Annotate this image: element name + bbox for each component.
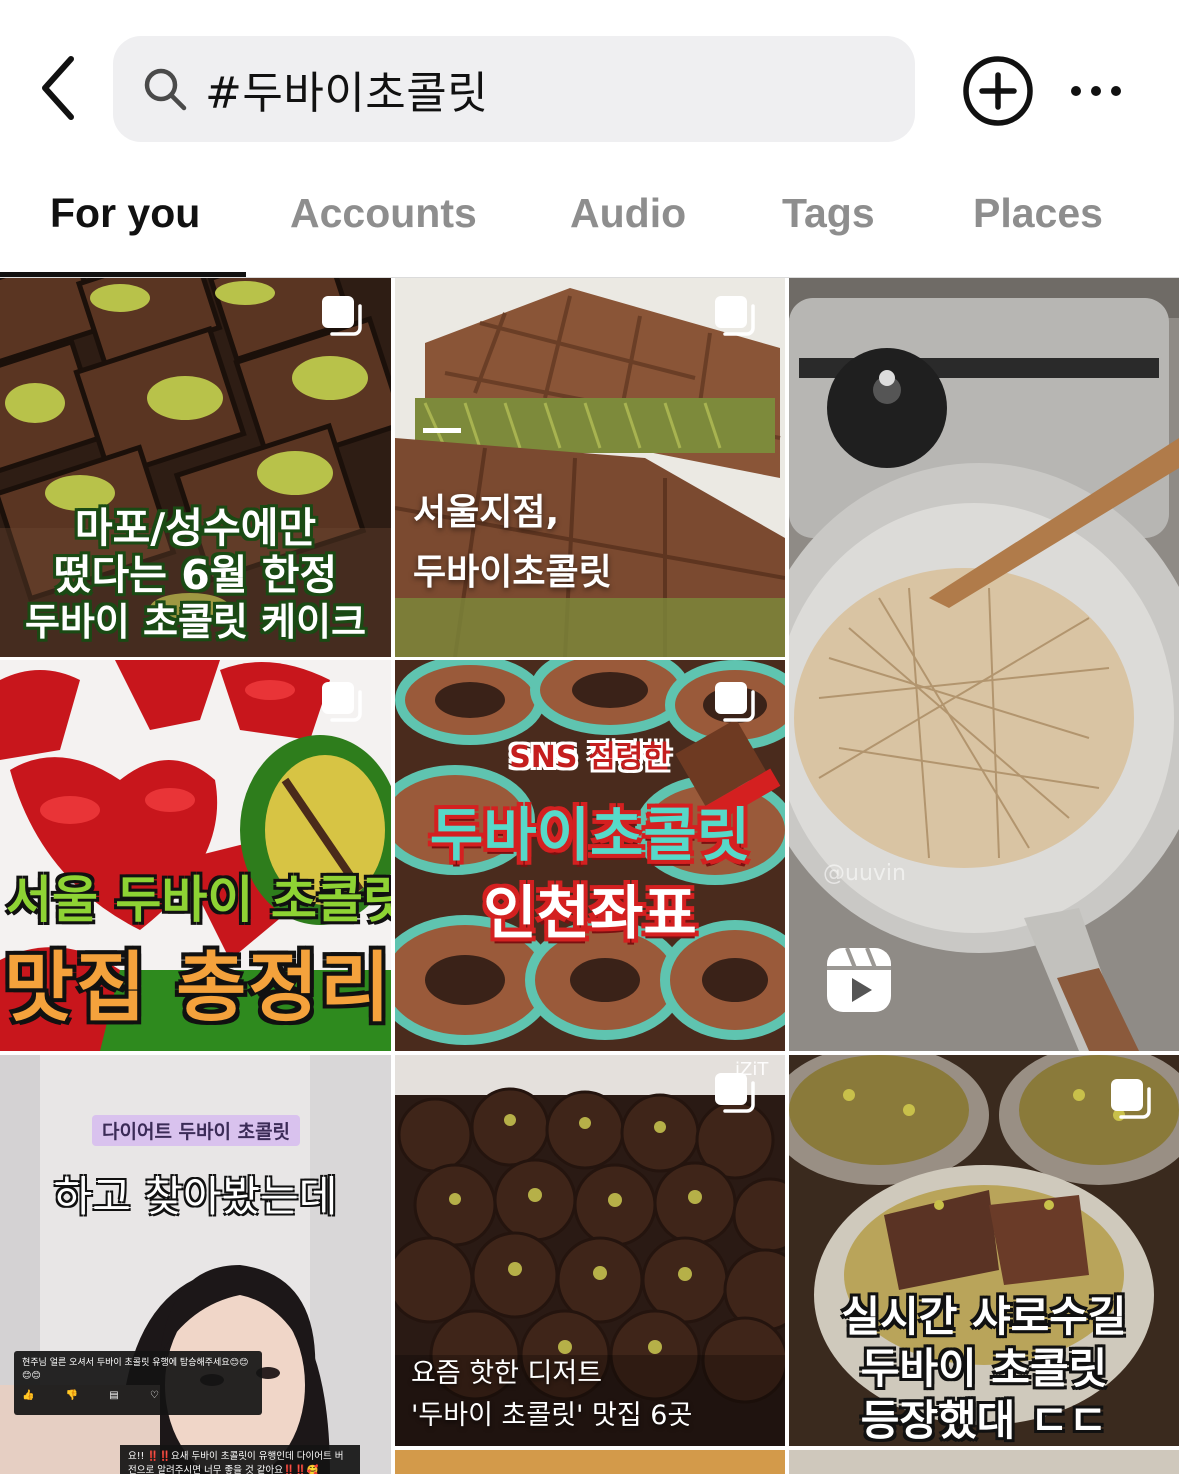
- search-tabs: For you Accounts Audio Tags Places: [0, 170, 1179, 278]
- comment-text: 요!! ‼️‼️요새 두바이 초콜릿이 유행인데 다이어트 버전으로 알려주시면…: [128, 1451, 344, 1474]
- post-tile[interactable]: [789, 1450, 1179, 1474]
- more-options-button[interactable]: [1058, 53, 1134, 129]
- post-caption-line: 인천좌표: [483, 879, 697, 947]
- reel-icon: [827, 947, 891, 1012]
- post-caption-line: 서울지점,: [413, 492, 560, 533]
- post-caption-line: 요즘 핫한 디저트: [411, 1358, 603, 1389]
- search-query: #두바이초콜릿: [205, 68, 489, 119]
- tab-audio[interactable]: Audio: [570, 190, 686, 237]
- chevron-left-icon: [42, 56, 74, 120]
- comment-actions: 👍 👎 ▤ ♡: [22, 1390, 173, 1401]
- carousel-icon: [322, 682, 362, 722]
- tab-accounts[interactable]: Accounts: [290, 190, 477, 237]
- post-tile[interactable]: @uuvin: [789, 278, 1179, 1051]
- active-tab-indicator: [0, 272, 246, 277]
- post-caption-line: 두바이 초콜릿: [860, 1344, 1108, 1393]
- search-input[interactable]: #두바이초콜릿: [113, 36, 915, 142]
- post-tile[interactable]: 실시간 샤로수길 두바이 초콜릿 등장했대 ㄷㄷ: [789, 1055, 1179, 1446]
- comment-overlay: 요!! ‼️‼️요새 두바이 초콜릿이 유행인데 다이어트 버전으로 알려주시면…: [120, 1445, 360, 1474]
- post-caption-line: 맛집 총정리: [4, 943, 391, 1032]
- results-grid: 마포/성수에만 떴다는 6월 한정 두바이 초콜릿 케이크 서울지점, 두바이초…: [0, 278, 1179, 1474]
- tab-places[interactable]: Places: [973, 190, 1103, 237]
- carousel-icon: [715, 296, 755, 336]
- post-tile[interactable]: [395, 1450, 785, 1474]
- post-caption-line: 실시간 샤로수길: [841, 1292, 1127, 1341]
- carousel-icon: [1111, 1079, 1151, 1119]
- post-tile[interactable]: iZiT 요즘 핫한 디저트 '두바이 초콜릿' 맛집 6곳: [395, 1055, 785, 1446]
- comment-overlay: 현주님 얼른 오셔서 두바이 초콜릿 유행에 탑승해주세요😊😊😊😊 👍 👎 ▤ …: [14, 1351, 262, 1415]
- post-tag-label: 다이어트 두바이 초콜릿: [92, 1115, 301, 1146]
- tab-tags[interactable]: Tags: [782, 190, 875, 237]
- post-caption-line: 두바이 초콜릿 케이크: [24, 600, 367, 644]
- post-caption-line: '두바이 초콜릿' 맛집 6곳: [411, 1400, 693, 1431]
- back-button[interactable]: [20, 48, 100, 128]
- more-horizontal-icon: [1071, 86, 1121, 96]
- post-tile[interactable]: 서울지점, 두바이초콜릿: [395, 278, 785, 657]
- post-tile[interactable]: 다이어트 두바이 초콜릿 하고 찾아봤는데 현주님 얼른 오셔서 두바이 초콜릿…: [0, 1055, 391, 1474]
- post-caption-line: 두바이초콜릿: [429, 801, 751, 869]
- tab-for-you[interactable]: For you: [50, 190, 200, 237]
- carousel-icon: [322, 296, 362, 336]
- post-caption-line: 하고 찾아봤는데: [53, 1172, 338, 1221]
- plus-circle-icon: [963, 56, 1033, 126]
- carousel-icon: [715, 682, 755, 722]
- post-caption-line: 떴다는 6월 한정: [53, 551, 338, 599]
- search-header: #두바이초콜릿: [0, 0, 1179, 170]
- post-caption-line: 두바이초콜릿: [413, 552, 612, 593]
- post-tile[interactable]: 마포/성수에만 떴다는 6월 한정 두바이 초콜릿 케이크: [0, 278, 391, 657]
- comment-text: 현주님 얼른 오셔서 두바이 초콜릿 유행에 탑승해주세요😊😊😊😊: [22, 1358, 249, 1381]
- post-watermark: @uuvin: [823, 861, 906, 886]
- post-tile[interactable]: 서울 두바이 초콜릿 맛집 총정리: [0, 660, 391, 1051]
- carousel-icon: [715, 1073, 755, 1113]
- post-caption-line: 등장했대 ㄷㄷ: [860, 1396, 1108, 1445]
- post-thumbnail: [789, 278, 1179, 1051]
- post-tile[interactable]: SNS 점령한 두바이초콜릿 인천좌표: [395, 660, 785, 1051]
- post-caption-line: 서울 두바이 초콜릿: [6, 871, 391, 929]
- post-caption-line: SNS 점령한: [509, 740, 671, 775]
- new-post-button[interactable]: [960, 53, 1036, 129]
- post-caption-line: 마포/성수에만: [74, 504, 317, 552]
- caption-dash: [423, 428, 461, 433]
- search-icon: [137, 61, 193, 117]
